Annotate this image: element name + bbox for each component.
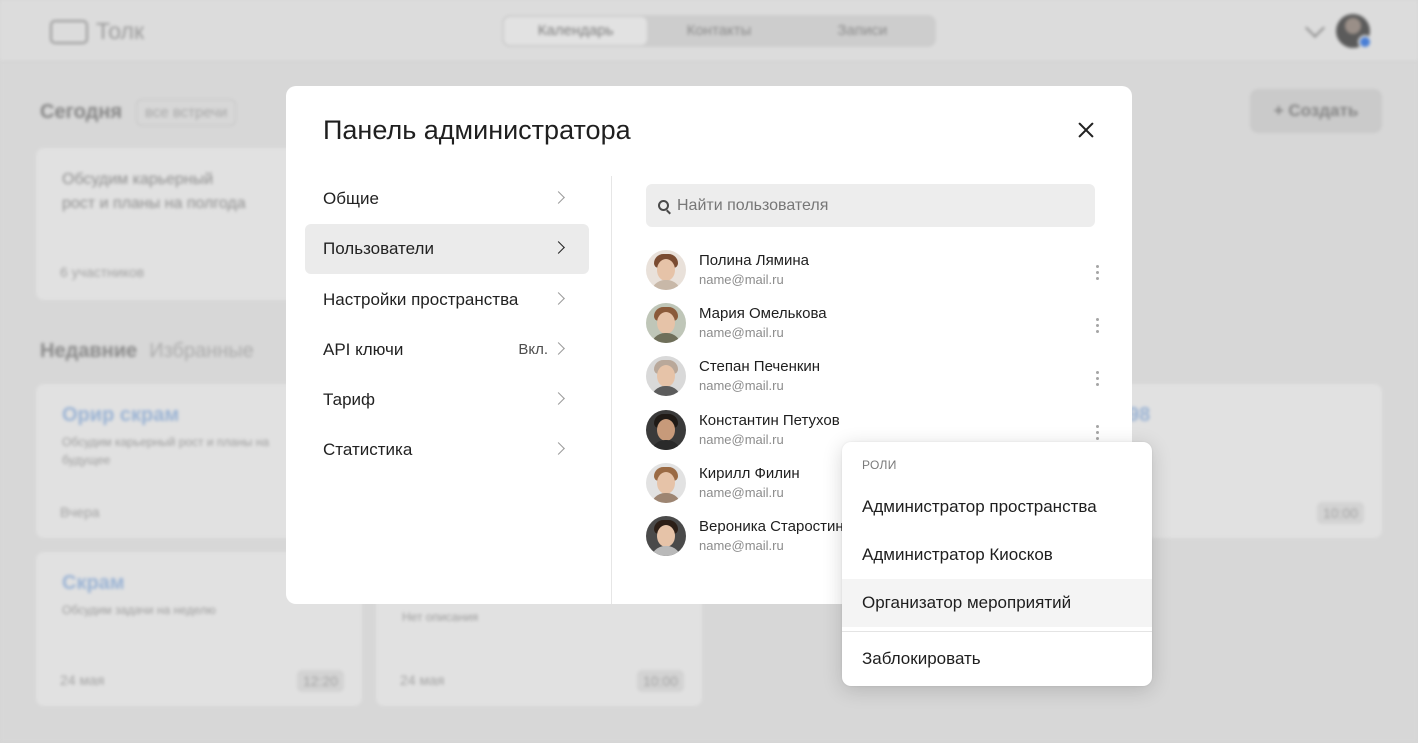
block-user-button[interactable]: Заблокировать bbox=[842, 635, 1152, 683]
user-name: Полина Лямина bbox=[699, 252, 810, 269]
dropdown-header: РОЛИ bbox=[862, 458, 897, 472]
sidebar-item-users[interactable]: Пользователи bbox=[305, 224, 589, 275]
chevron-right-icon bbox=[552, 392, 565, 406]
user-email: name@mail.ru bbox=[699, 272, 784, 287]
card-time: 10:00 bbox=[636, 670, 684, 692]
role-space-admin[interactable]: Администратор пространства bbox=[842, 483, 1152, 531]
card-time: 12:20 bbox=[296, 670, 344, 692]
avatar bbox=[646, 409, 686, 450]
user-email: name@mail.ru bbox=[699, 537, 784, 553]
avatar bbox=[646, 356, 686, 397]
user-email: name@mail.ru bbox=[699, 431, 784, 447]
admin-sidebar: Общие Пользователи Настройки пространств… bbox=[305, 174, 589, 476]
divider bbox=[611, 176, 612, 604]
meeting-filter[interactable]: все встречи bbox=[136, 99, 237, 126]
card-description: Обсудим задачи на неделю bbox=[62, 603, 216, 617]
main-tabs: Календарь Контакты Записи bbox=[502, 15, 936, 47]
tab-favorites[interactable]: Избранные bbox=[149, 340, 254, 363]
create-button[interactable]: + Создать bbox=[1250, 89, 1382, 133]
sidebar-item-label: Пользователи bbox=[323, 239, 434, 259]
meeting-card[interactable]: Обсудим карьерный рост и планы на полгод… bbox=[36, 148, 326, 300]
tab-recent[interactable]: Недавние bbox=[40, 340, 137, 363]
sidebar-item-api-keys[interactable]: API ключи Вкл. bbox=[305, 325, 589, 375]
avatar bbox=[646, 515, 686, 556]
search-icon bbox=[658, 200, 669, 211]
chevron-down-icon[interactable] bbox=[1305, 18, 1325, 38]
sidebar-item-general[interactable]: Общие bbox=[305, 174, 589, 224]
list-item[interactable]: Степан Печенкин name@mail.ru bbox=[646, 356, 1106, 409]
list-item[interactable]: Полина Лямина name@mail.ru bbox=[646, 250, 1106, 303]
chevron-right-icon bbox=[552, 342, 565, 355]
user-avatar[interactable] bbox=[1336, 14, 1372, 49]
user-name: Мария Омелькова bbox=[699, 305, 827, 323]
chevron-right-icon bbox=[552, 291, 565, 305]
logo-text: Толк bbox=[96, 18, 145, 44]
chevron-right-icon bbox=[552, 241, 565, 255]
tab-calendar[interactable]: Календарь bbox=[504, 17, 648, 45]
role-event-organizer[interactable]: Организатор мероприятий bbox=[842, 579, 1152, 627]
card-title: Орир скрам bbox=[62, 404, 180, 426]
sidebar-item-label: Тариф bbox=[323, 390, 376, 410]
sidebar-item-label: Общие bbox=[323, 189, 379, 208]
user-name: Кирилл Филин bbox=[699, 464, 800, 482]
today-header: Сегодня все встречи bbox=[40, 99, 237, 126]
status-badge: Вкл. bbox=[518, 341, 548, 359]
meeting-title-line2: рост и планы на полгода bbox=[62, 195, 246, 212]
participants-count: 6 участников bbox=[60, 264, 145, 280]
user-search bbox=[646, 184, 1095, 227]
user-name: Вероника Старостина bbox=[699, 517, 853, 535]
user-email: name@mail.ru bbox=[699, 378, 784, 394]
search-input[interactable] bbox=[677, 196, 1077, 215]
card-time: 10:00 bbox=[1316, 502, 1364, 524]
chevron-right-icon bbox=[552, 191, 565, 204]
user-name: Степан Печенкин bbox=[699, 358, 821, 376]
today-label[interactable]: Сегодня bbox=[40, 101, 122, 124]
tab-contacts[interactable]: Контакты bbox=[647, 17, 790, 45]
user-email: name@mail.ru bbox=[699, 325, 784, 341]
card-date: 24 мая bbox=[60, 672, 105, 688]
top-bar: Толк Календарь Контакты Записи bbox=[0, 0, 1418, 62]
card-description: Обсудим карьерный рост и планы на будуще… bbox=[62, 435, 269, 467]
role-kiosk-admin[interactable]: Администратор Киосков bbox=[842, 531, 1152, 579]
card-date: Вчера bbox=[60, 504, 100, 520]
sidebar-item-tariff[interactable]: Тариф bbox=[305, 375, 589, 425]
meeting-title-line1: Обсудим карьерный bbox=[62, 171, 214, 188]
avatar bbox=[646, 250, 686, 290]
sidebar-item-label: API ключи bbox=[323, 339, 404, 359]
avatar bbox=[646, 462, 686, 503]
divider bbox=[842, 631, 1152, 632]
roles-dropdown: РОЛИ Администратор пространства Админист… bbox=[842, 442, 1152, 686]
avatar bbox=[646, 303, 686, 344]
user-name: Константин Петухов bbox=[699, 411, 840, 429]
tab-recordings[interactable]: Записи bbox=[791, 17, 934, 45]
more-options-icon[interactable] bbox=[1092, 424, 1102, 443]
close-icon[interactable] bbox=[1072, 116, 1100, 144]
card-date: 24 мая bbox=[400, 672, 445, 688]
more-options-icon[interactable] bbox=[1092, 371, 1102, 389]
modal-title: Панель администратора bbox=[323, 115, 631, 145]
more-options-icon[interactable] bbox=[1092, 318, 1102, 336]
recent-tabs: Недавние Избранные bbox=[40, 340, 254, 363]
user-email: name@mail.ru bbox=[699, 484, 784, 500]
card-title: Скрам bbox=[62, 572, 125, 594]
chevron-right-icon bbox=[552, 442, 565, 456]
list-item[interactable]: Мария Омелькова name@mail.ru bbox=[646, 303, 1106, 356]
sidebar-item-space-settings[interactable]: Настройки пространства bbox=[305, 275, 589, 325]
account-area bbox=[1305, 14, 1372, 49]
card-description: Нет описания bbox=[402, 610, 479, 624]
more-options-icon[interactable] bbox=[1092, 265, 1102, 283]
logo-icon bbox=[50, 19, 88, 44]
sidebar-item-statistics[interactable]: Статистика bbox=[305, 425, 589, 475]
logo: Толк bbox=[50, 18, 144, 45]
sidebar-item-label: Настройки пространства bbox=[323, 289, 519, 309]
sidebar-item-label: Статистика bbox=[323, 440, 413, 460]
